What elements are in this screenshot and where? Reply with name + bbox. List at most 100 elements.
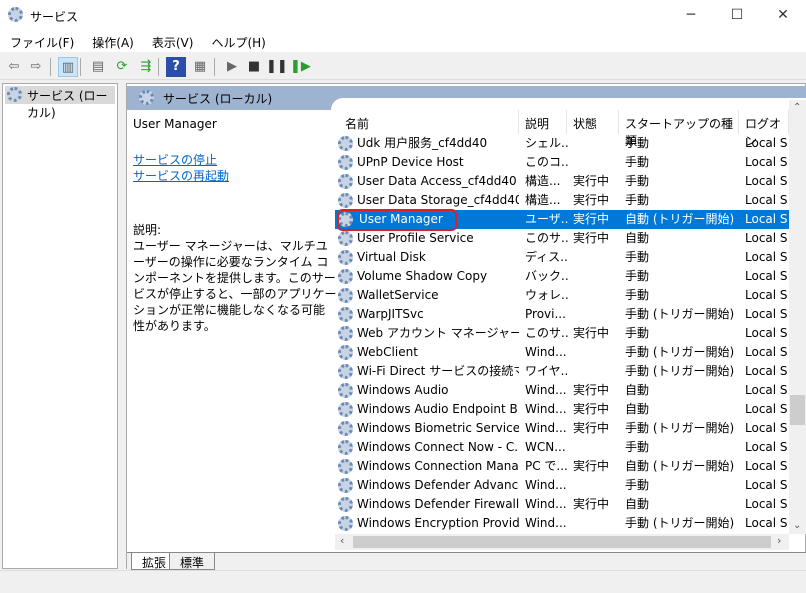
stop-service-link[interactable]: サービスの停止 [133,152,337,168]
service-row[interactable]: Windows Biometric Service Wind... 実行中 手動 (ト… [335,419,789,438]
service-row[interactable]: User Data Storage_cf4dd40 構造... 実行中 手動 Local… [335,191,789,210]
service-name: Windows Defender Advanc... [357,478,519,492]
vertical-scrollbar[interactable]: ⌃ ⌄ [789,100,806,534]
service-row[interactable]: Windows Defender Firewall Wind... 実行中 自動 Loc… [335,495,789,514]
service-startup-type: 手動 [625,440,650,454]
service-name: Windows Biometric Service [357,421,519,435]
close-button[interactable]: ✕ [760,0,806,30]
service-description: このコ... [525,155,569,169]
title-bar: サービス ─ ☐ ✕ [0,0,806,32]
service-name: Virtual Disk [357,250,426,264]
menu-file[interactable]: ファイル(F) [0,32,82,52]
description-text: ユーザー マネージャーは、マルチユーザーの操作に必要なランタイム コンポーネント… [133,239,337,333]
horizontal-scrollbar[interactable]: ‹ › [335,534,789,550]
properties-icon[interactable]: ▤ [88,57,108,77]
service-name: Wi-Fi Direct サービスの接続マ... [357,364,519,378]
service-description: PC で... [525,459,568,473]
tab-standard[interactable]: 標準 [169,553,216,570]
service-row[interactable]: Windows Defender Advanc... Wind... 手動 Local… [335,476,789,495]
service-startup-type: 手動 [625,193,650,207]
service-name: Windows Audio [357,383,449,397]
action-pane-icon[interactable]: ▦ [190,57,210,77]
service-name: Windows Defender Firewall [357,497,519,511]
menu-help[interactable]: ヘルプ(H) [201,32,273,52]
service-row[interactable]: Wi-Fi Direct サービスの接続マ... ワイヤ... 手動 (トリガー開始… [335,362,789,381]
horizontal-scrollbar-thumb[interactable] [353,536,771,548]
service-gear-icon [338,155,353,170]
column-header-description[interactable]: 説明 [521,110,567,134]
refresh-icon[interactable]: ⟳ [112,57,132,77]
menu-action[interactable]: 操作(A) [82,32,142,52]
export-list-icon[interactable]: ⇶ [136,57,156,77]
service-logon: Local S [745,478,788,492]
service-row[interactable]: Virtual Disk ディス... 手動 Local S [335,248,789,267]
service-gear-icon [338,478,353,493]
help-icon[interactable]: ? [166,57,186,77]
service-logon: Local S [745,440,788,454]
service-row[interactable]: Udk 用户服务_cf4dd40 シェル... 手動 Local S [335,134,789,153]
service-row[interactable]: WalletService ウォレ... 手動 Local S [335,286,789,305]
minimize-button[interactable]: ─ [668,0,714,30]
service-gear-icon [338,440,353,455]
service-row[interactable]: Windows Connection Mana... PC で... 実行中 自動 (… [335,457,789,476]
service-row[interactable]: UPnP Device Host このコ... 手動 Local S [335,153,789,172]
service-description: Wind... [525,383,567,397]
service-name: Windows Connection Mana... [357,459,519,473]
service-startup-type: 自動 [625,402,650,416]
toolbar-separator [214,58,215,76]
menu-view[interactable]: 表示(V) [142,32,202,52]
sort-ascending-icon: ^ [423,100,432,107]
tree-item-services-local[interactable]: サービス (ローカル) [5,86,115,120]
service-row[interactable]: Windows Audio Wind... 実行中 自動 Local S [335,381,789,400]
column-header-startup-type[interactable]: スタートアップの種類 [621,110,739,148]
column-header-logon[interactable]: ログオン [741,110,789,148]
service-description: Wind... [525,516,567,530]
scroll-right-icon[interactable]: › [777,534,781,547]
scroll-up-icon[interactable]: ⌃ [793,102,801,113]
services-list: 名前 説明 状態 スタートアップの種類 ログオン ^ Udk 用户服务_cf4dd40 シェル… [335,100,789,534]
status-bar [0,570,806,593]
service-gear-icon [338,269,353,284]
service-row[interactable]: User Profile Service このサ... 実行中 自動 Local S [335,229,789,248]
service-row[interactable]: Windows Encryption Provid... Wind... 手動 (ト… [335,514,789,533]
service-logon: Local S [745,136,788,150]
service-row[interactable]: Volume Shadow Copy バック... 手動 Local S [335,267,789,286]
description-pane: User Manager サービスの停止 サービスの再起動 説明: ユーザー マ… [133,116,337,334]
maximize-button[interactable]: ☐ [714,0,760,30]
service-description: このサ... [525,326,569,340]
scroll-down-icon[interactable]: ⌄ [793,520,801,531]
toolbar-separator [158,58,159,76]
service-description: シェル... [525,136,569,150]
service-startup-type: 手動 (トリガー開始) [625,345,735,359]
service-name: Udk 用户服务_cf4dd40 [357,136,488,150]
service-description: このサ... [525,231,569,245]
service-row[interactable]: Web アカウント マネージャー このサ... 実行中 手動 Local S [335,324,789,343]
service-startup-type: 手動 [625,174,650,188]
service-row[interactable]: Windows Connect Now - C... WCN... 手動 Local … [335,438,789,457]
service-gear-icon [338,516,353,531]
service-status: 実行中 [573,459,610,473]
service-status: 実行中 [573,497,610,511]
service-logon: Local S [745,288,788,302]
stop-icon[interactable]: ■ [244,57,264,77]
service-gear-icon [338,421,353,436]
service-row[interactable]: User Data Access_cf4dd40 構造... 実行中 手動 Local … [335,172,789,191]
service-row[interactable]: WarpJITSvc Provi... 手動 (トリガー開始) Local S [335,305,789,324]
service-status: 実行中 [573,383,610,397]
show-hide-console-tree-icon[interactable]: ▥ [58,57,78,77]
restart-icon[interactable]: ❚▶ [290,57,311,77]
service-startup-type: 自動 [625,383,650,397]
scrollbar-thumb[interactable] [790,395,805,425]
column-header-name[interactable]: 名前 [335,110,519,134]
column-header-status[interactable]: 状態 [569,110,619,134]
service-row[interactable]: Windows Audio Endpoint B... Wind... 実行中 自動 L… [335,400,789,419]
scroll-left-icon[interactable]: ‹ [340,534,344,547]
back-arrow-icon[interactable]: ⇦ [4,57,24,77]
service-name: WalletService [357,288,439,302]
restart-service-link[interactable]: サービスの再起動 [133,168,337,184]
pause-icon[interactable]: ❚❚ [266,57,288,77]
start-icon[interactable]: ▶ [222,57,242,77]
service-row[interactable]: WebClient Wind... 手動 (トリガー開始) Local S [335,343,789,362]
forward-arrow-icon[interactable]: ⇨ [26,57,46,77]
service-status: 実行中 [573,212,610,226]
